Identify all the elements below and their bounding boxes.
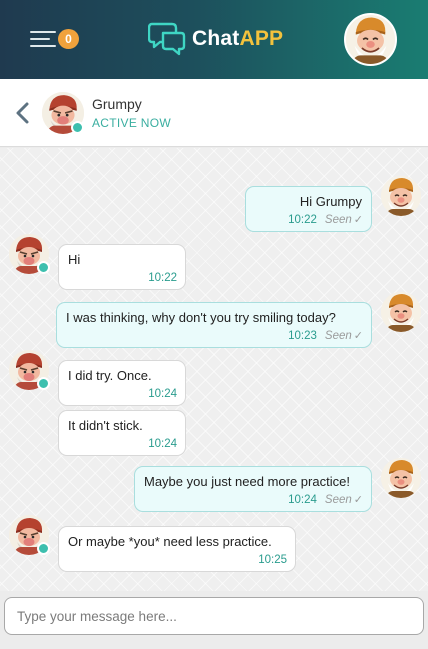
message-time: 10:23 [288,330,317,342]
message-meta: 10:23 Seen ✓ [288,329,363,342]
message-time: 10:22 [148,272,177,284]
sender-avatar [381,176,421,216]
check-icon: ✓ [353,214,363,226]
message-text: It didn't stick. [68,418,143,433]
user-avatar[interactable] [344,13,397,66]
message-time: 10:24 [148,388,177,400]
app-logo: ChatAPP [148,20,283,58]
message-meta: 10:24 Seen ✓ [288,493,363,506]
sender-avatar [381,292,421,332]
chat-bubbles-icon [148,22,186,56]
app-name-app: APP [239,27,284,50]
message-bubble-outgoing[interactable]: I was thinking, why don't you try smilin… [56,302,372,348]
online-status-dot [37,261,50,274]
message-meta: 10:22 Seen ✓ [288,213,363,226]
app-name-chat: Chat [192,27,240,50]
online-status-dot [71,121,84,134]
message-input[interactable] [4,597,424,635]
message-time: 10:24 [148,438,177,450]
seen-label: Seen [324,214,352,226]
message-bubble-incoming[interactable]: It didn't stick. 10:24 [58,410,186,456]
chevron-left-icon[interactable] [14,101,32,125]
contact-status: ACTIVE NOW [92,116,172,130]
contact-name: Grumpy [92,96,142,112]
message-text: I was thinking, why don't you try smilin… [66,310,336,325]
message-meta: 10:24 [148,438,177,450]
message-bubble-incoming[interactable]: Or maybe *you* need less practice. 10:25 [58,526,296,572]
message-bubble-outgoing[interactable]: Maybe you just need more practice! 10:24… [134,466,372,512]
notification-badge[interactable]: 0 [58,29,79,49]
message-time: 10:24 [288,494,317,506]
check-icon: ✓ [353,494,363,506]
message-meta: 10:25 [258,554,287,566]
message-meta: 10:22 [148,272,177,284]
message-bubble-incoming[interactable]: Hi 10:22 [58,244,186,290]
message-time: 10:22 [288,214,317,226]
message-bubble-incoming[interactable]: I did try. Once. 10:24 [58,360,186,406]
chat-messages[interactable]: Hi Grumpy 10:22 Seen ✓ Hi 10:22 I was thin… [0,148,428,591]
message-text: Hi Grumpy [299,194,362,209]
check-icon: ✓ [353,330,363,342]
message-time: 10:25 [258,554,287,566]
online-status-dot [37,542,50,555]
message-text: Or maybe *you* need less practice. [68,534,272,549]
online-status-dot [37,377,50,390]
seen-label: Seen [324,330,352,342]
seen-label: Seen [324,494,352,506]
message-meta: 10:24 [148,388,177,400]
message-bubble-outgoing[interactable]: Hi Grumpy 10:22 Seen ✓ [245,186,372,232]
app-header: 0 ChatAPP [0,0,428,79]
message-text: Hi [68,252,81,267]
app-name: ChatAPP [192,27,283,51]
contact-bar: Grumpy ACTIVE NOW [0,79,428,147]
hamburger-menu-icon[interactable] [30,31,56,47]
message-text: I did try. Once. [68,368,152,383]
sender-avatar [381,458,421,498]
message-text: Maybe you just need more practice! [144,474,350,489]
